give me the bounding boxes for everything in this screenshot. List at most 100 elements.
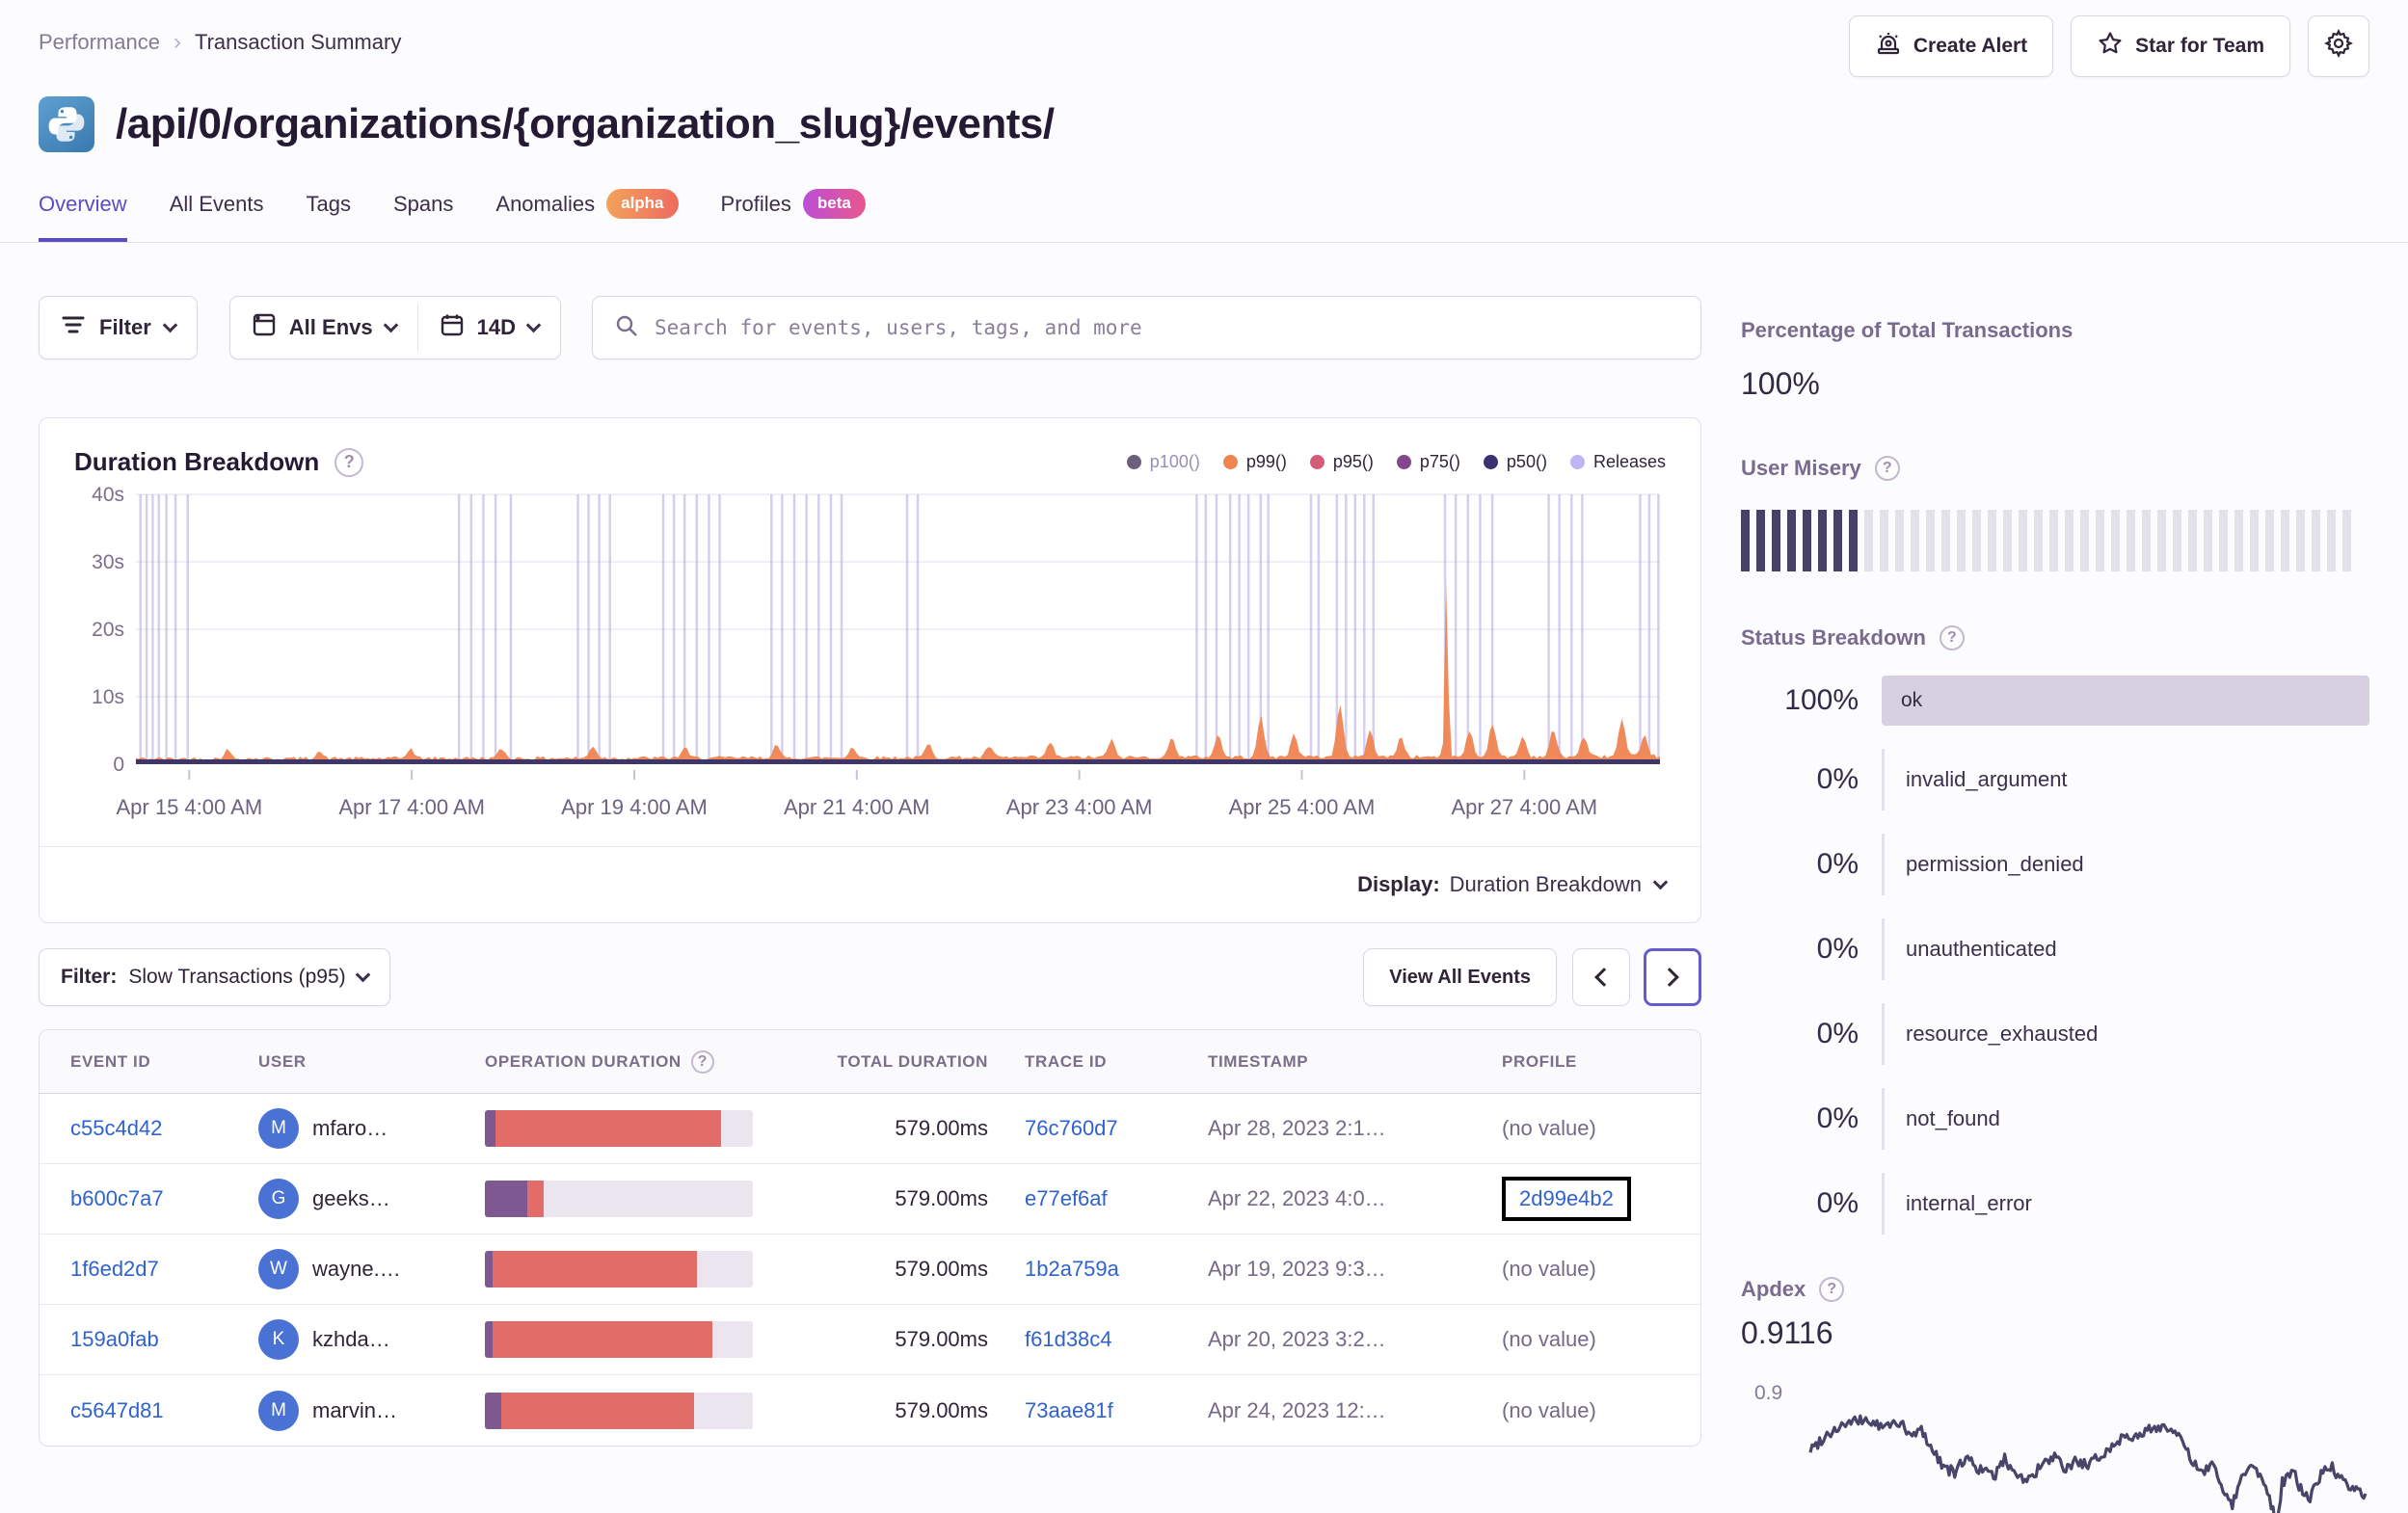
status-label: invalid_argument [1906, 767, 2068, 791]
next-page-button[interactable] [1644, 948, 1701, 1006]
star-for-team-button[interactable]: Star for Team [2071, 15, 2290, 77]
event-id-link[interactable]: 159a0fab [70, 1327, 159, 1351]
view-all-events-button[interactable]: View All Events [1363, 948, 1557, 1006]
status-percent: 0% [1816, 763, 1859, 795]
tab-spans[interactable]: Spans [393, 189, 453, 242]
help-icon[interactable]: ? [1874, 456, 1900, 481]
status-row-unauthenticated: 0% unauthenticated [1741, 918, 2369, 980]
tab-all-events[interactable]: All Events [170, 189, 264, 242]
trace-id-link[interactable]: f61d38c4 [1025, 1327, 1112, 1351]
legend-item-Releases[interactable]: Releases [1569, 452, 1666, 472]
table-row: 159a0fab Kkzhda… 579.00ms f61d38c4 Apr 20, 2… [40, 1305, 1700, 1375]
user-avatar: M [258, 1390, 299, 1431]
star-icon [2097, 30, 2124, 63]
tab-label: Overview [39, 191, 127, 216]
legend-label: p100() [1149, 452, 1200, 471]
status-label: internal_error [1906, 1191, 2032, 1215]
status-row-resource_exhausted: 0% resource_exhausted [1741, 1003, 2369, 1065]
transactions-filter-dropdown[interactable]: Filter: Slow Transactions (p95) [39, 948, 390, 1006]
legend-item-p95[interactable]: p95() [1309, 452, 1374, 472]
help-icon[interactable]: ? [334, 447, 364, 477]
trace-id-link[interactable]: e77ef6af [1025, 1186, 1108, 1210]
legend-item-p100[interactable]: p100() [1126, 452, 1200, 472]
svg-text:Apr 23 4:00 AM: Apr 23 4:00 AM [1006, 795, 1153, 819]
env-label: All Envs [288, 315, 373, 339]
pct-total-value: 100% [1741, 366, 1820, 401]
chevron-down-icon [525, 317, 542, 332]
total-duration: 579.00ms [895, 1327, 988, 1351]
timestamp: Apr 22, 2023 4:0… [1208, 1186, 1386, 1210]
tab-anomalies[interactable]: Anomalies alpha [495, 189, 679, 242]
create-alert-button[interactable]: Create Alert [1848, 15, 2054, 77]
status-percent: 0% [1816, 1102, 1859, 1134]
operation-duration-bar [485, 1110, 753, 1147]
status-percent: 0% [1816, 1187, 1859, 1219]
search-icon [614, 313, 639, 343]
filter-dropdown[interactable]: Filter [39, 296, 198, 359]
column-header-total-duration: TOTAL DURATION [817, 1052, 1025, 1072]
trace-id-link[interactable]: 73aae81f [1025, 1398, 1113, 1422]
breadcrumb-separator-icon: › [173, 29, 181, 55]
legend-item-p50[interactable]: p50() [1483, 452, 1547, 472]
tab-overview[interactable]: Overview [39, 189, 127, 242]
date-range-label: 14D [476, 315, 516, 339]
column-label: PROFILE [1502, 1051, 1577, 1071]
event-id-link[interactable]: 1f6ed2d7 [70, 1257, 159, 1281]
legend-label: p50() [1506, 452, 1547, 471]
legend-item-p99[interactable]: p99() [1222, 452, 1287, 472]
status-row-invalid_argument: 0% invalid_argument [1741, 749, 2369, 810]
help-icon[interactable]: ? [1819, 1277, 1845, 1302]
legend-item-p75[interactable]: p75() [1396, 452, 1460, 472]
tab-tags[interactable]: Tags [307, 189, 351, 242]
help-icon[interactable]: ? [690, 1049, 714, 1074]
duration-breakdown-chart[interactable]: 0 10s 20s 30s 40s Apr 15 4:00 AM Apr 17 4:00 A… [74, 483, 1668, 832]
legend-label: Releases [1592, 452, 1666, 471]
svg-text:0: 0 [113, 754, 124, 776]
events-table: EVENT ID USER OPERATION DURATION? TOTAL DUR… [39, 1029, 1701, 1447]
status-bar-empty [1882, 1088, 1885, 1150]
tab-profiles[interactable]: Profiles beta [721, 189, 866, 242]
misery-tick-empty [2049, 510, 2058, 571]
misery-tick-empty [2312, 510, 2320, 571]
event-id-link[interactable]: c5647d81 [70, 1398, 164, 1422]
chevron-down-icon [383, 317, 398, 332]
event-id-link[interactable]: c55c4d42 [70, 1116, 162, 1140]
misery-tick-empty [2188, 510, 2197, 571]
date-range-selector[interactable]: 14D [418, 297, 560, 358]
misery-tick-empty [2296, 510, 2305, 571]
status-list: 100% ok 0% invalid_argument 0% permission_den… [1741, 676, 2369, 1234]
total-duration: 579.00ms [895, 1397, 988, 1422]
tab-label: All Events [169, 191, 264, 216]
misery-tick-empty [2142, 510, 2151, 571]
user-name: marvin… [312, 1397, 398, 1422]
chevron-right-icon [1660, 968, 1679, 987]
filter-lines-icon [61, 313, 86, 342]
apdex-value: 0.9116 [1741, 1315, 1833, 1350]
user-avatar: K [258, 1319, 299, 1360]
svg-text:Apr 19 4:00 AM: Apr 19 4:00 AM [561, 795, 708, 819]
status-row-not_found: 0% not_found [1741, 1088, 2369, 1150]
timestamp: Apr 24, 2023 12:… [1208, 1397, 1386, 1422]
python-project-icon [39, 96, 94, 152]
display-value: Duration Breakdown [1449, 872, 1642, 896]
display-selector[interactable]: Duration Breakdown [1449, 872, 1669, 897]
help-icon[interactable]: ? [1939, 625, 1965, 650]
breadcrumb-performance[interactable]: Performance [39, 30, 160, 55]
trace-id-link[interactable]: 76c760d7 [1025, 1116, 1118, 1140]
search-input[interactable] [654, 316, 1679, 339]
settings-button[interactable] [2308, 15, 2369, 77]
misery-tick-empty [2157, 510, 2166, 571]
column-header-operation-duration: OPERATION DURATION? [485, 1049, 817, 1074]
previous-page-button[interactable] [1572, 948, 1630, 1006]
misery-tick-empty [2342, 510, 2351, 571]
profile-id-link[interactable]: 2d99e4b2 [1519, 1186, 1614, 1210]
main-column: Filter All Envs 14D Search for events, u… [39, 243, 1701, 1513]
status-percent: 100% [1784, 684, 1859, 716]
misery-tick-empty [2250, 510, 2259, 571]
environment-selector[interactable]: All Envs [230, 297, 417, 358]
trace-id-link[interactable]: 1b2a759a [1025, 1257, 1119, 1281]
event-id-link[interactable]: b600c7a7 [70, 1186, 164, 1210]
create-alert-label: Create Alert [1913, 35, 2028, 57]
column-header-profile: PROFILE [1502, 1052, 1700, 1072]
column-header-trace-id: TRACE ID [1025, 1052, 1208, 1072]
